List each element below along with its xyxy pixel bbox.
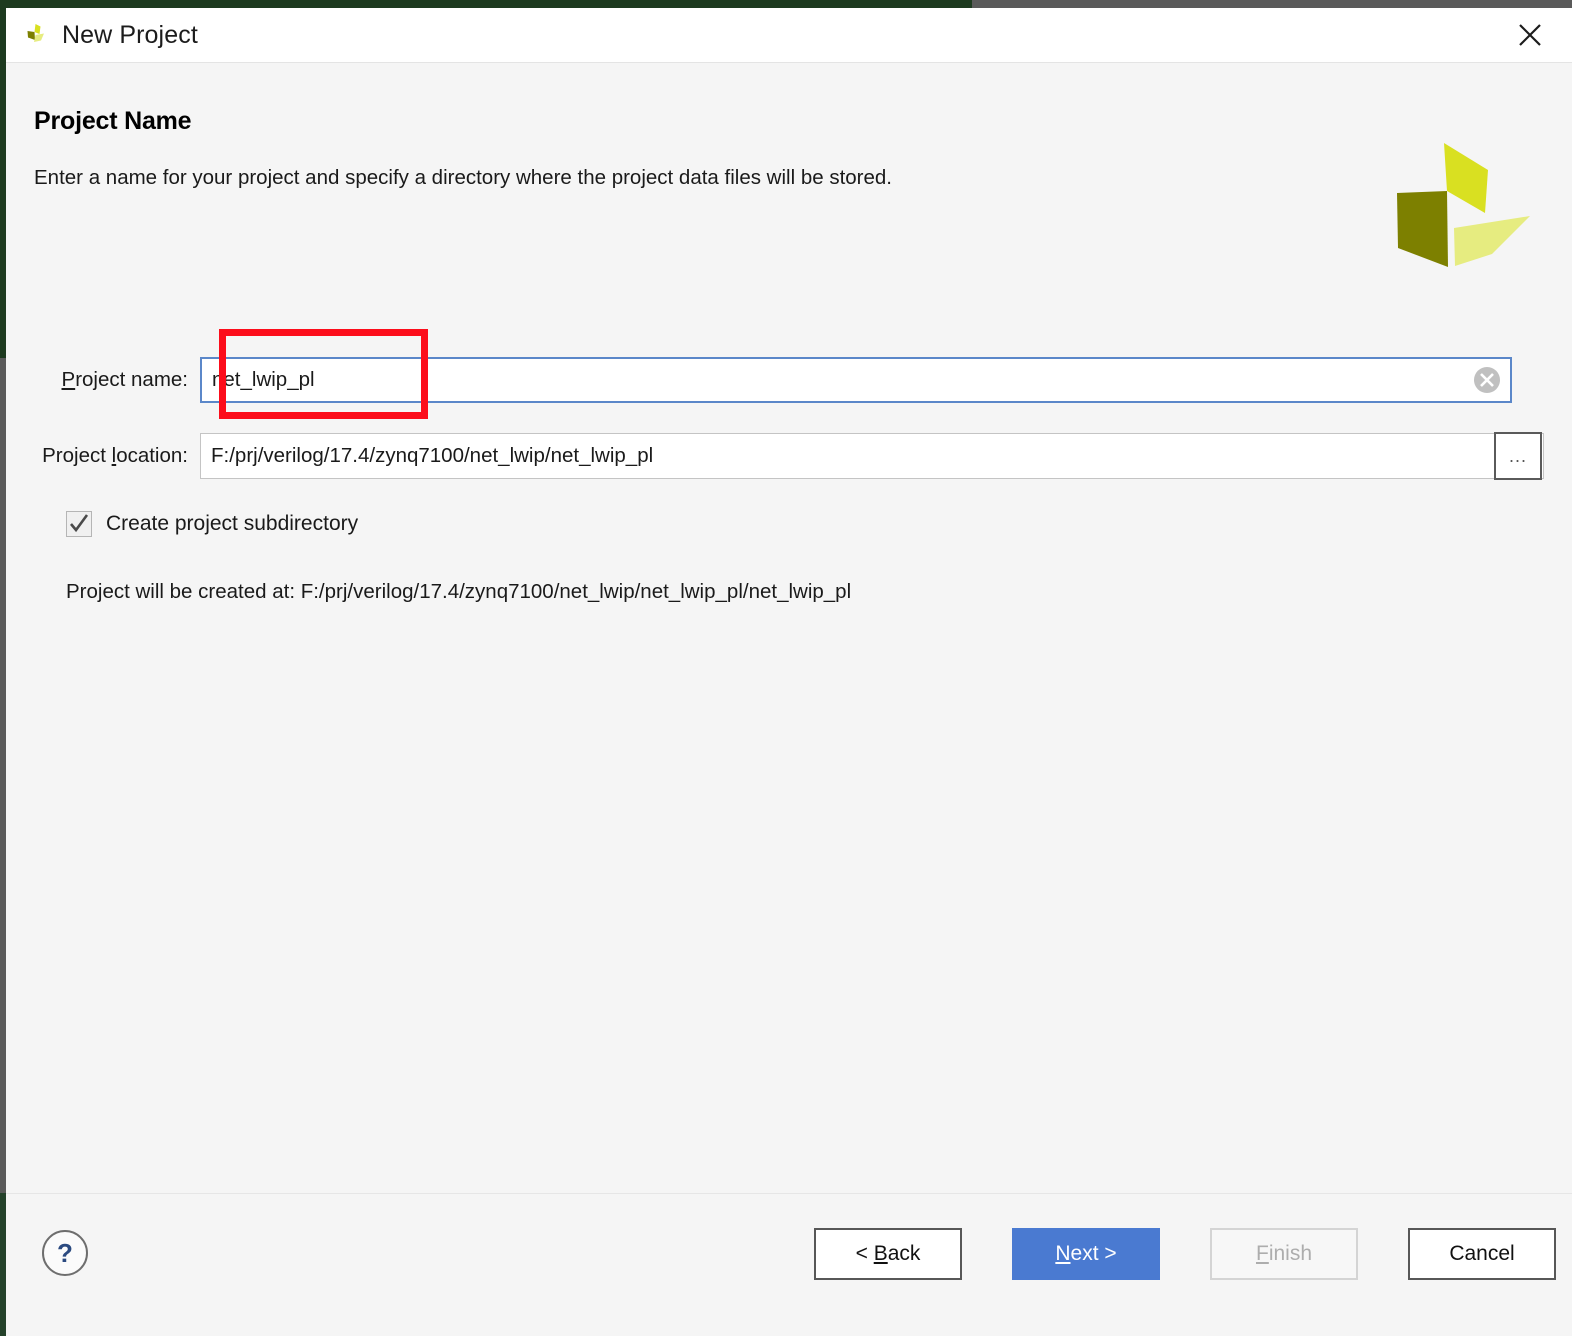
page-title: Project Name (34, 107, 192, 135)
browse-button[interactable]: ... (1494, 432, 1542, 480)
project-location-input[interactable]: F:/prj/verilog/17.4/zynq7100/net_lwip/ne… (200, 433, 1544, 479)
dialog-footer: ? < Back Next > Finish Cancel (6, 1193, 1572, 1336)
dialog-body: Project Name Enter a name for your proje… (6, 63, 1572, 1193)
back-button[interactable]: < Back (814, 1228, 962, 1280)
project-name-label: Project name: (61, 368, 189, 391)
close-icon[interactable] (1502, 8, 1558, 62)
dialog-title: New Project (62, 20, 198, 49)
project-location-label: Project location: (42, 444, 188, 467)
ellipsis-icon: ... (1508, 445, 1527, 466)
create-project-subdirectory-label: Create project subdirectory (106, 512, 359, 535)
create-project-subdirectory-row[interactable]: Create project subdirectory (66, 511, 358, 537)
dialog-titlebar: New Project (6, 8, 1572, 63)
project-location-row: Project location: F:/prj/verilog/17.4/zy… (6, 428, 1572, 484)
question-mark-icon: ? (57, 1237, 73, 1268)
help-button[interactable]: ? (42, 1230, 88, 1276)
project-name-input[interactable]: net_lwip_pl (200, 357, 1512, 403)
page-subtitle: Enter a name for your project and specif… (34, 166, 893, 189)
window-top-edge-left (0, 0, 972, 8)
cancel-button[interactable]: Cancel (1408, 1228, 1556, 1280)
cancel-button-label: Cancel (1449, 1242, 1515, 1265)
wizard-button-group: < Back Next > Finish Cancel (814, 1228, 1556, 1280)
checkmark-icon (70, 514, 89, 533)
window-top-edge-right (972, 0, 1572, 8)
finish-button: Finish (1210, 1228, 1358, 1280)
project-location-value: F:/prj/verilog/17.4/zynq7100/net_lwip/ne… (211, 444, 654, 467)
create-project-subdirectory-checkbox[interactable] (66, 511, 92, 537)
project-created-at-text: Project will be created at: F:/prj/veril… (66, 580, 852, 603)
vivado-logo-icon (24, 22, 50, 48)
vivado-logo (1392, 138, 1542, 283)
project-name-row: Project name: net_lwip_pl (6, 351, 1572, 409)
project-name-value: net_lwip_pl (212, 368, 315, 391)
new-project-dialog: New Project Project Name Enter a name fo… (6, 8, 1572, 1336)
clear-circle-icon[interactable] (1472, 365, 1502, 395)
next-button[interactable]: Next > (1012, 1228, 1160, 1280)
